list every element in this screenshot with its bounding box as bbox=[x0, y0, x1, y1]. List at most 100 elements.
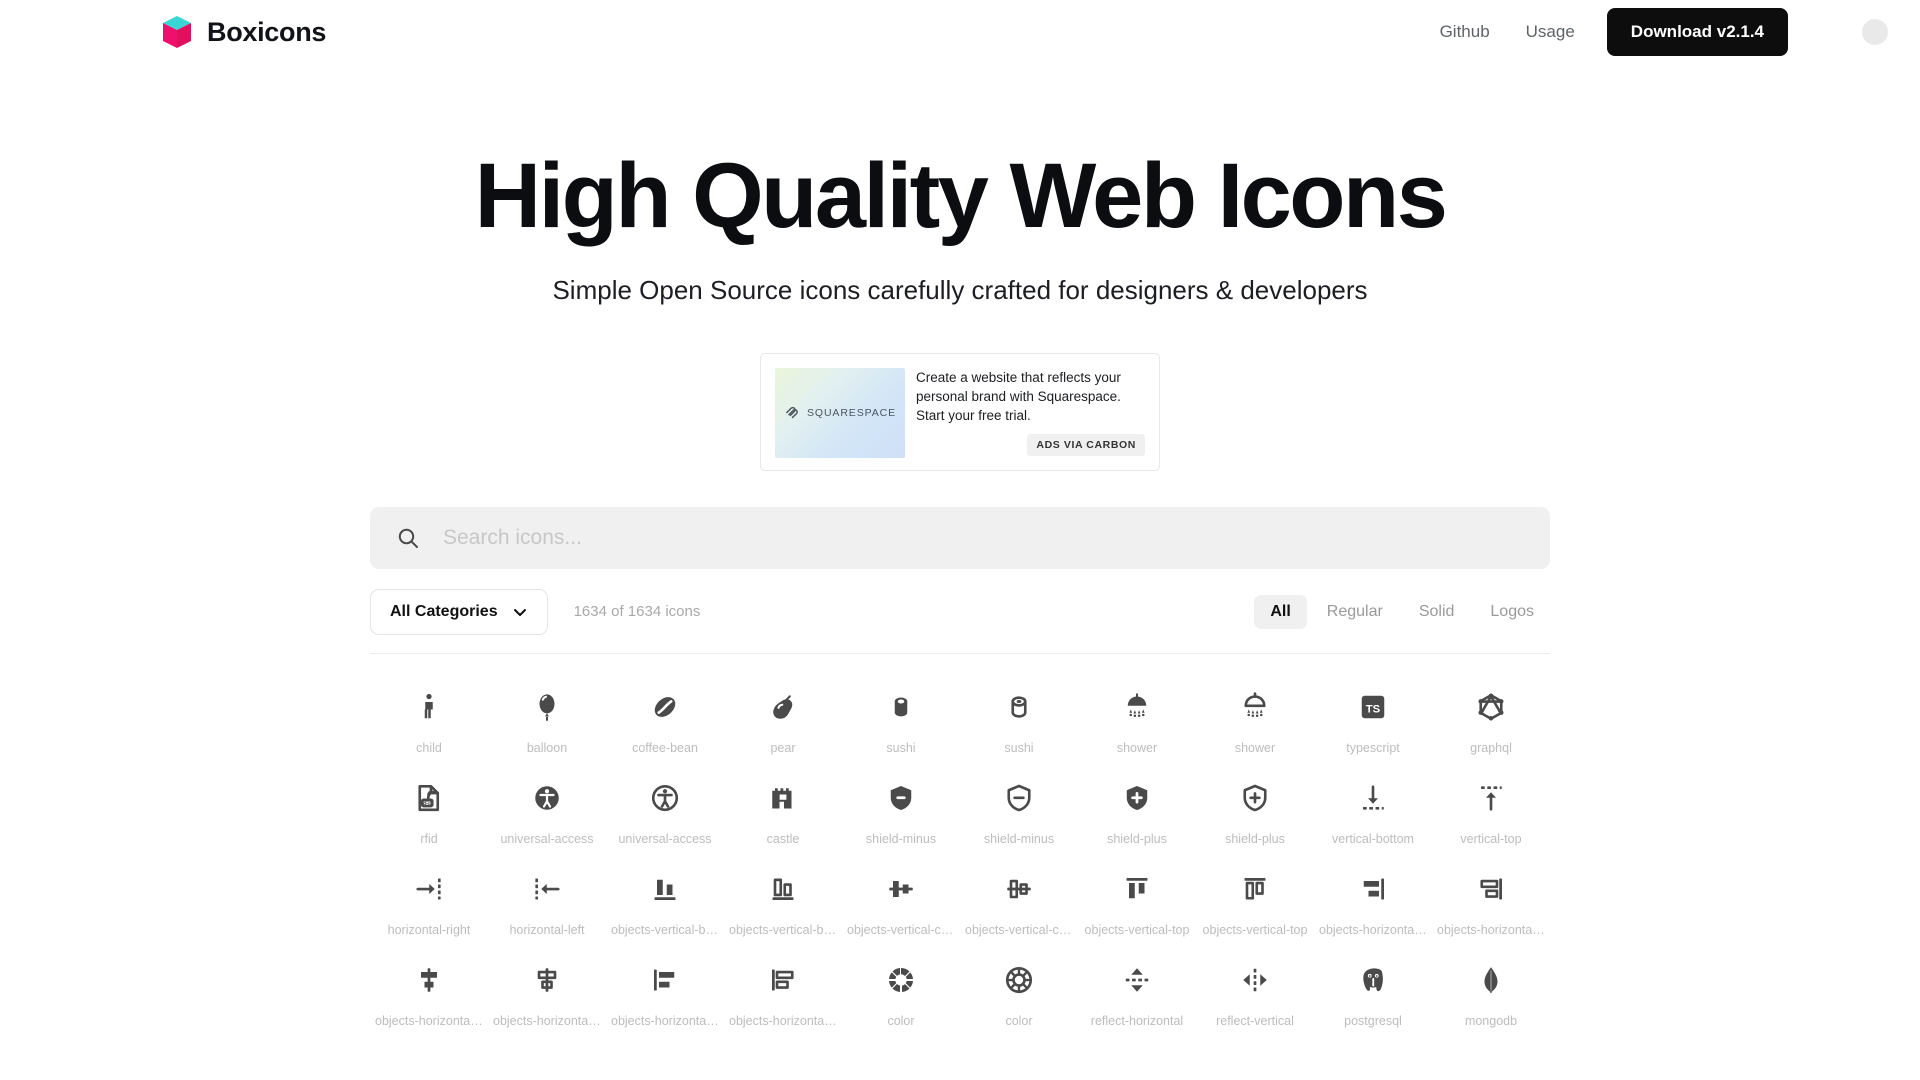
icon-cell[interactable]: shower bbox=[1196, 676, 1314, 767]
filter-bar: All Categories 1634 of 1634 icons All Re… bbox=[370, 569, 1550, 654]
nav-link-usage[interactable]: Usage bbox=[1508, 22, 1593, 42]
icon-cell[interactable]: shield-minus bbox=[842, 767, 960, 858]
icon-cell[interactable]: shield-minus bbox=[960, 767, 1078, 858]
ads-via-carbon-link[interactable]: ADS VIA CARBON bbox=[1027, 433, 1145, 456]
icon-grid: child balloon coffee-bean pear sushi sushi sho… bbox=[370, 654, 1550, 1040]
icon-label: shield-minus bbox=[983, 831, 1055, 846]
icon-cell[interactable]: shower bbox=[1078, 676, 1196, 767]
icon-cell[interactable]: color bbox=[960, 949, 1078, 1040]
brand-logo-link[interactable]: Boxicons bbox=[160, 14, 326, 50]
search-input[interactable] bbox=[443, 525, 1524, 550]
carbon-ad[interactable]: SQUARESPACE Create a website that reflec… bbox=[760, 352, 1160, 471]
color-regular-icon bbox=[1004, 965, 1034, 995]
icon-label: objects-horizontal-center bbox=[375, 1013, 483, 1028]
icon-label: reflect-horizontal bbox=[1090, 1013, 1184, 1028]
icon-cell[interactable]: objects-vertical-center bbox=[960, 858, 1078, 949]
icon-cell[interactable]: universal-access bbox=[606, 767, 724, 858]
icon-label: color bbox=[887, 1013, 915, 1028]
icon-cell[interactable]: objects-horizontal-right bbox=[1314, 858, 1432, 949]
reflect-vertical-icon bbox=[1240, 965, 1270, 995]
ad-text[interactable]: Create a website that reflects your pers… bbox=[916, 368, 1145, 425]
icon-cell[interactable]: graphql bbox=[1432, 676, 1550, 767]
icon-label: reflect-vertical bbox=[1216, 1013, 1294, 1028]
tab-logos[interactable]: Logos bbox=[1474, 595, 1550, 629]
icon-cell[interactable]: objects-horizontal-center bbox=[370, 949, 488, 1040]
icon-cell[interactable]: coffee-bean bbox=[606, 676, 724, 767]
icon-label: child bbox=[416, 740, 442, 755]
icon-cell[interactable]: color bbox=[842, 949, 960, 1040]
horizontal-right-icon bbox=[414, 874, 444, 904]
obj-h-left-regular-icon bbox=[768, 965, 798, 995]
ad-banner-image[interactable]: SQUARESPACE bbox=[775, 367, 905, 458]
icon-cell[interactable]: universal-access bbox=[488, 767, 606, 858]
icon-label: sushi bbox=[886, 740, 916, 755]
typescript-icon: TS bbox=[1358, 692, 1388, 722]
icon-cell[interactable]: objects-horizontal-left bbox=[606, 949, 724, 1040]
tab-all[interactable]: All bbox=[1254, 594, 1307, 629]
obj-h-center-regular-icon bbox=[532, 965, 562, 995]
icon-cell[interactable]: objects-vertical-bottom bbox=[606, 858, 724, 949]
icon-cell[interactable]: vertical-top bbox=[1432, 767, 1550, 858]
vertical-bottom-icon bbox=[1358, 783, 1388, 813]
icon-cell[interactable]: objects-vertical-bottom bbox=[724, 858, 842, 949]
icon-cell[interactable]: objects-horizontal-right bbox=[1432, 858, 1550, 949]
horizontal-left-icon bbox=[532, 874, 562, 904]
icon-cell[interactable]: TS typescript bbox=[1314, 676, 1432, 767]
obj-h-center-solid-icon bbox=[414, 965, 444, 995]
icon-cell[interactable]: mongodb bbox=[1432, 949, 1550, 1040]
icon-cell[interactable]: objects-horizontal-left bbox=[724, 949, 842, 1040]
icon-label: balloon bbox=[526, 740, 568, 755]
icon-cell[interactable]: vertical-bottom bbox=[1314, 767, 1432, 858]
icon-cell[interactable]: shield-plus bbox=[1196, 767, 1314, 858]
icon-label: typescript bbox=[1346, 740, 1400, 755]
icon-cell[interactable]: pear bbox=[724, 676, 842, 767]
icon-label: sushi bbox=[1004, 740, 1034, 755]
icon-cell[interactable]: objects-vertical-top bbox=[1196, 858, 1314, 949]
obj-h-left-solid-icon bbox=[650, 965, 680, 995]
icon-cell[interactable]: reflect-vertical bbox=[1196, 949, 1314, 1040]
icon-label: horizontal-right bbox=[387, 922, 471, 937]
icon-cell[interactable]: sushi bbox=[960, 676, 1078, 767]
reflect-horizontal-icon bbox=[1122, 965, 1152, 995]
icon-cell[interactable]: objects-horizontal-center bbox=[488, 949, 606, 1040]
icon-cell[interactable]: RFID rfid bbox=[370, 767, 488, 858]
shower-solid-icon bbox=[1122, 692, 1152, 722]
category-dropdown[interactable]: All Categories bbox=[370, 588, 548, 635]
icon-label: universal-access bbox=[618, 831, 712, 846]
search-box[interactable] bbox=[370, 506, 1550, 569]
tab-solid[interactable]: Solid bbox=[1403, 595, 1471, 629]
icon-label: shield-plus bbox=[1107, 831, 1167, 846]
icon-label: objects-horizontal-left bbox=[611, 1013, 719, 1028]
icon-cell[interactable]: objects-vertical-center bbox=[842, 858, 960, 949]
nav-link-github[interactable]: Github bbox=[1422, 22, 1508, 42]
icon-label: castle bbox=[766, 831, 800, 846]
icon-cell[interactable]: balloon bbox=[488, 676, 606, 767]
obj-h-right-solid-icon bbox=[1358, 874, 1388, 904]
icon-cell[interactable]: sushi bbox=[842, 676, 960, 767]
download-button[interactable]: Download v2.1.4 bbox=[1606, 8, 1788, 56]
shower-regular-icon bbox=[1240, 691, 1270, 722]
mongodb-icon bbox=[1476, 965, 1506, 995]
coffee-bean-icon bbox=[650, 692, 680, 722]
ad-wrapper: SQUARESPACE Create a website that reflec… bbox=[0, 352, 1920, 471]
tab-regular[interactable]: Regular bbox=[1311, 595, 1399, 629]
dark-mode-moon-icon[interactable] bbox=[1788, 17, 1890, 47]
icon-label: color bbox=[1005, 1013, 1033, 1028]
icon-cell[interactable]: postgresql bbox=[1314, 949, 1432, 1040]
universal-access-solid-icon bbox=[532, 783, 562, 813]
postgresql-icon bbox=[1358, 965, 1388, 995]
icon-cell[interactable]: objects-vertical-top bbox=[1078, 858, 1196, 949]
icon-label: horizontal-left bbox=[509, 922, 585, 937]
icon-cell[interactable]: castle bbox=[724, 767, 842, 858]
obj-v-center-regular-icon bbox=[1004, 874, 1034, 904]
icon-count: 1634 of 1634 icons bbox=[573, 603, 701, 621]
icon-cell[interactable]: reflect-horizontal bbox=[1078, 949, 1196, 1040]
icon-cell[interactable]: child bbox=[370, 676, 488, 767]
icon-cell[interactable]: horizontal-left bbox=[488, 858, 606, 949]
header-nav: Github Usage Download v2.1.4 bbox=[1422, 8, 1890, 56]
icon-cell[interactable]: shield-plus bbox=[1078, 767, 1196, 858]
site-header: Boxicons Github Usage Download v2.1.4 bbox=[0, 0, 1920, 64]
color-solid-icon bbox=[886, 965, 916, 995]
icon-cell[interactable]: horizontal-right bbox=[370, 858, 488, 949]
child-icon bbox=[414, 692, 444, 722]
